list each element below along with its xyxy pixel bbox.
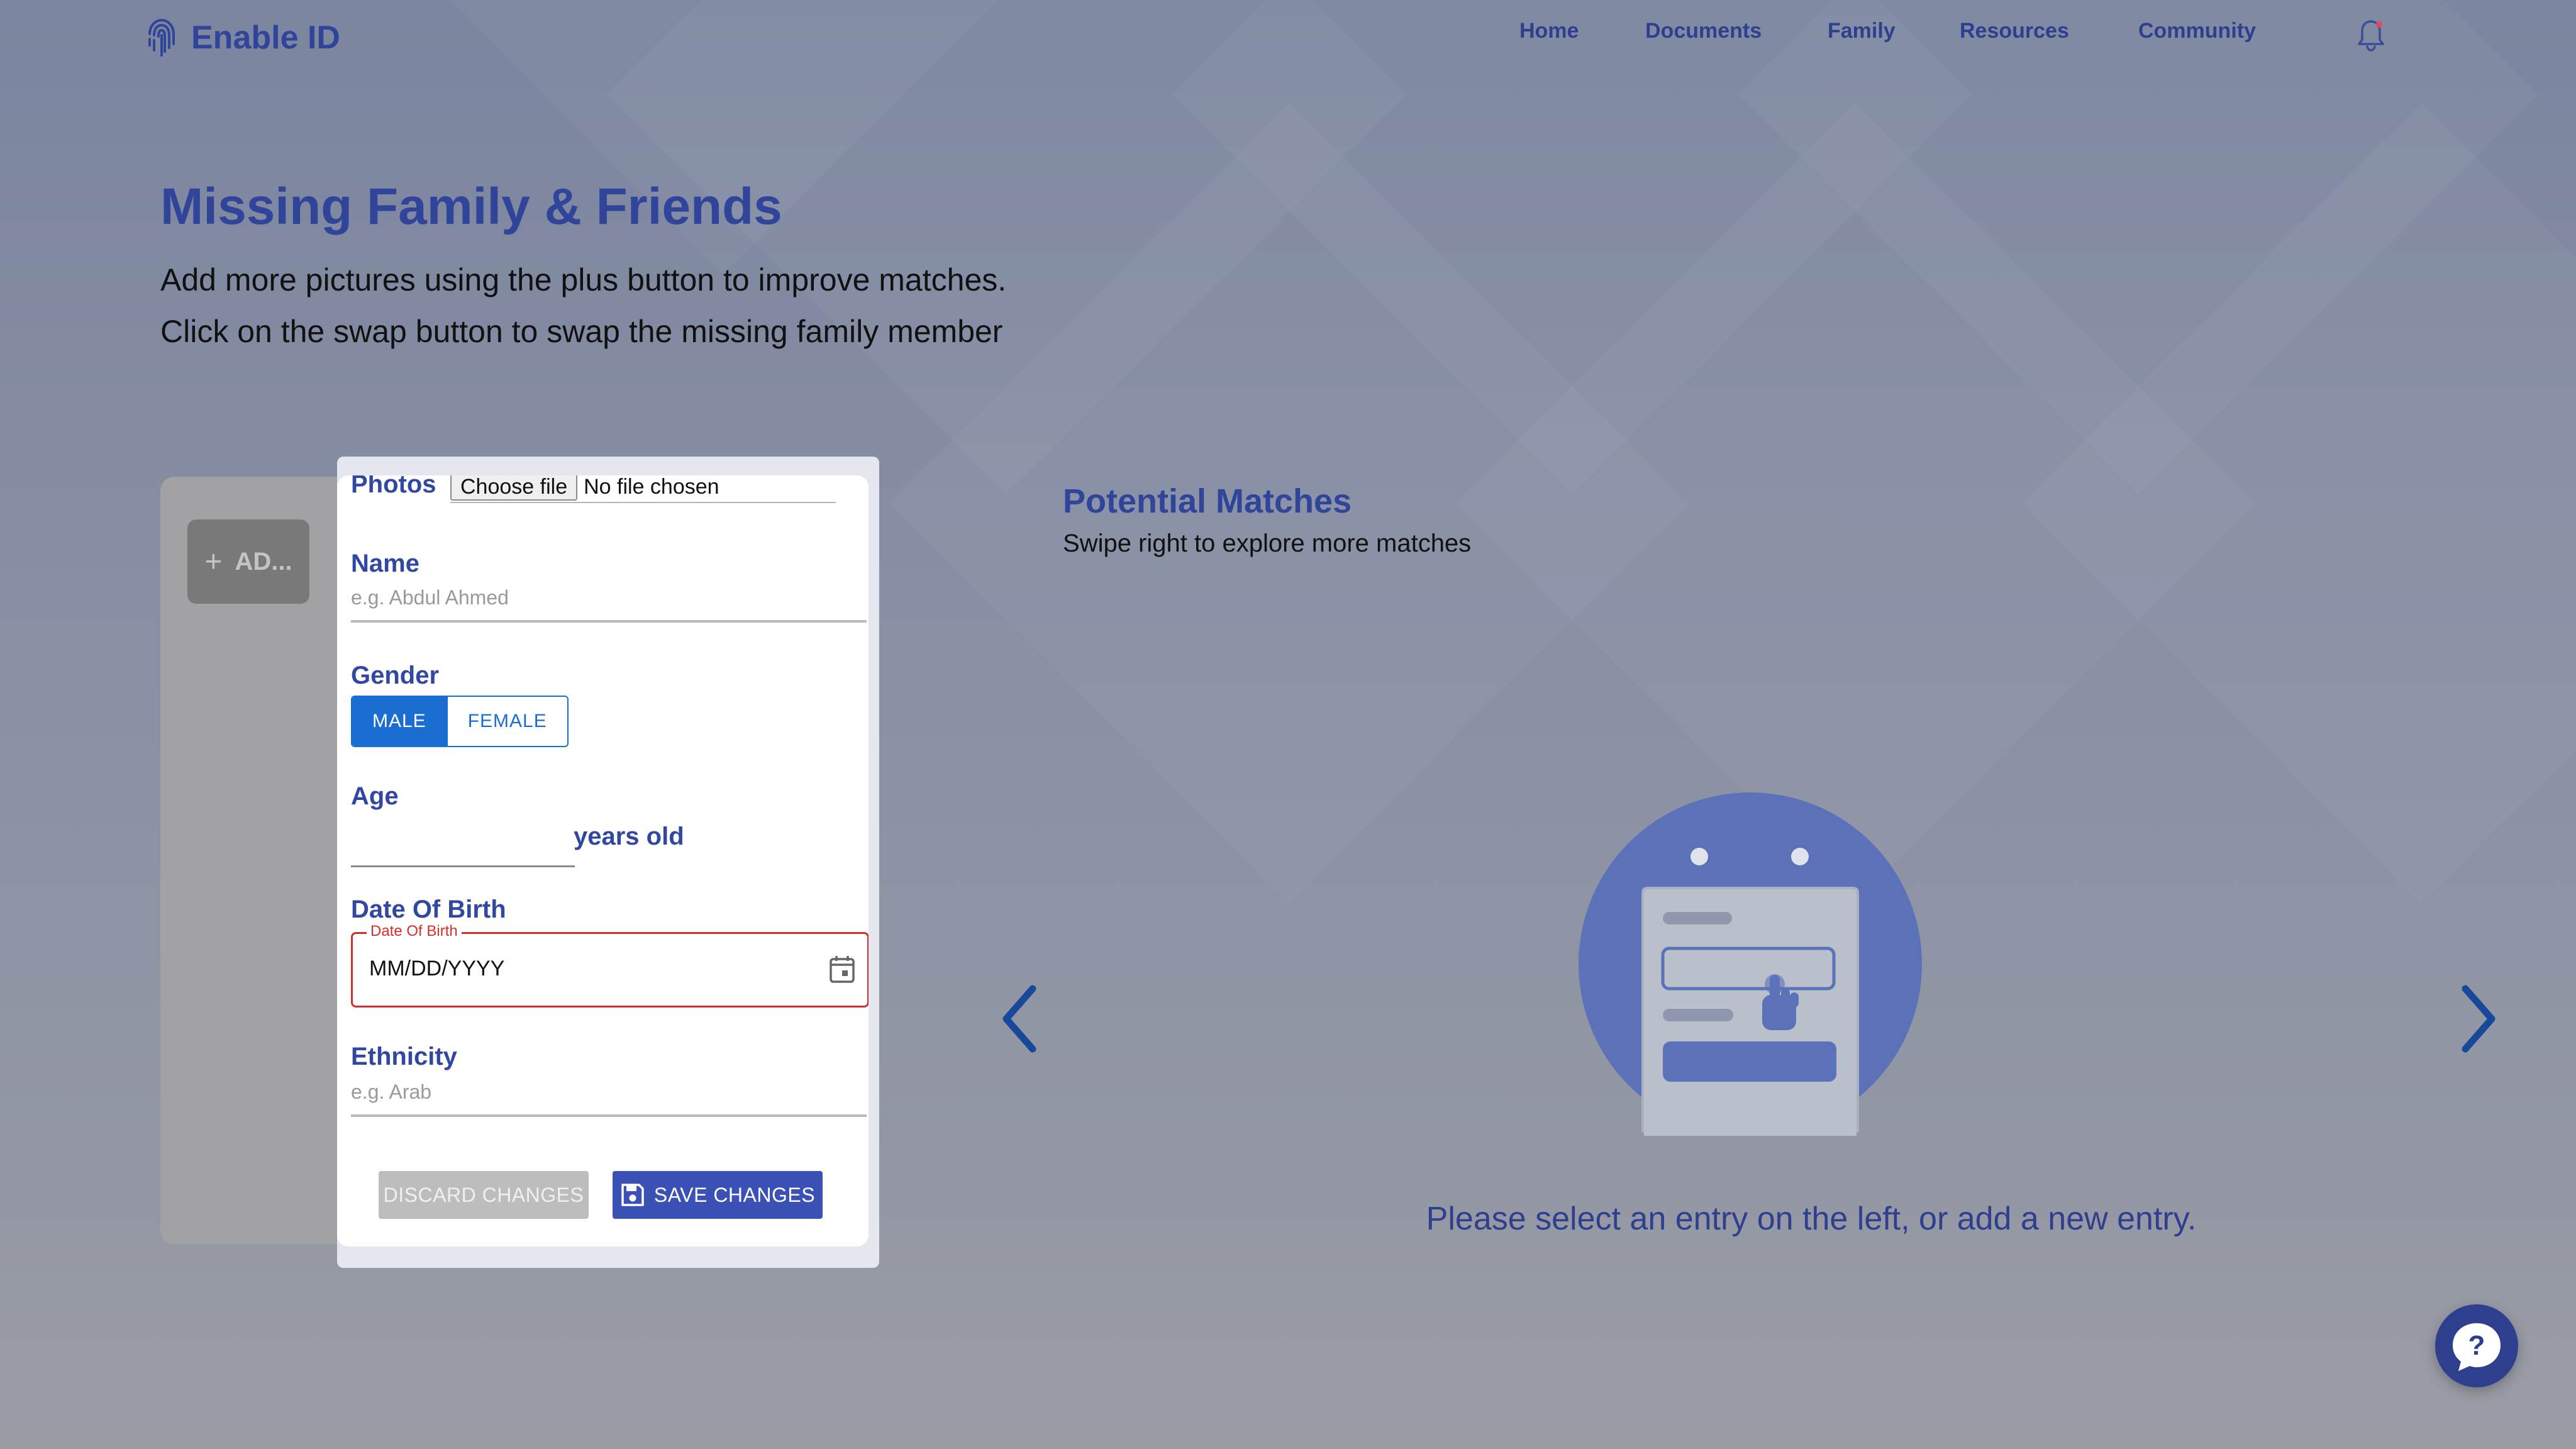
matches-subtitle: Swipe right to explore more matches <box>1063 530 1472 557</box>
dob-field-label: Date Of Birth <box>367 923 462 940</box>
save-changes-label: SAVE CHANGES <box>653 1184 816 1206</box>
age-input[interactable] <box>351 859 575 867</box>
dob-placeholder: MM/DD/YYYY <box>369 957 505 980</box>
name-label: Name <box>351 550 419 577</box>
file-status: No file chosen <box>584 475 719 499</box>
ethnicity-placeholder: e.g. Arab <box>351 1080 432 1103</box>
nav-resources[interactable]: Resources <box>1960 19 2069 43</box>
instruction-line-2: Click on the swap button to swap the mis… <box>160 314 1003 349</box>
fingerprint-icon <box>148 18 175 57</box>
question-chat-icon: ? <box>2453 1323 2501 1371</box>
select-entry-illustration <box>1579 792 1922 1136</box>
page-title: Missing Family & Friends <box>160 178 782 235</box>
name-input[interactable]: e.g. Abdul Ahmed <box>351 582 867 623</box>
choose-file-button[interactable]: Choose file <box>450 475 578 501</box>
chevron-left-icon[interactable] <box>995 981 1045 1057</box>
discard-changes-button[interactable]: DISCARD CHANGES <box>379 1171 589 1219</box>
help-label: ? <box>2468 1330 2485 1361</box>
brand-name: Enable ID <box>191 19 340 56</box>
brand-logo[interactable]: Enable ID <box>143 13 340 63</box>
add-entry-label: AD... <box>235 547 292 575</box>
ethnicity-label: Ethnicity <box>351 1043 457 1070</box>
photos-label: Photos <box>351 475 436 498</box>
age-label: Age <box>351 782 399 810</box>
chevron-right-icon[interactable] <box>2453 981 2503 1057</box>
ethnicity-input[interactable]: e.g. Arab <box>351 1077 867 1117</box>
save-changes-button[interactable]: SAVE CHANGES <box>613 1171 823 1219</box>
name-placeholder: e.g. Abdul Ahmed <box>351 586 509 609</box>
instruction-line-1: Add more pictures using the plus button … <box>160 262 1007 297</box>
gender-label: Gender <box>351 662 440 689</box>
floppy-disk-icon <box>621 1184 644 1206</box>
empty-state-message: Please select an entry on the left, or a… <box>1426 1201 2197 1237</box>
calendar-icon[interactable] <box>828 954 856 984</box>
photo-file-input[interactable]: Choose file No file chosen <box>450 475 836 503</box>
age-suffix: years old <box>574 823 684 850</box>
dob-input[interactable]: Date Of Birth MM/DD/YYYY <box>351 923 869 1008</box>
nav-family[interactable]: Family <box>1828 19 1896 43</box>
gender-female-option[interactable]: FEMALE <box>446 697 567 746</box>
nav-home[interactable]: Home <box>1519 19 1579 43</box>
dob-label: Date Of Birth <box>351 896 506 923</box>
nav-documents[interactable]: Documents <box>1645 19 1762 43</box>
nav-community[interactable]: Community <box>2138 19 2256 43</box>
edit-entry-form: Photos Choose file No file chosen Name e… <box>337 475 869 1246</box>
gender-male-option[interactable]: MALE <box>352 697 447 746</box>
gender-toggle: MALE FEMALE <box>351 696 569 747</box>
help-button[interactable]: ? <box>2435 1304 2518 1387</box>
plus-icon: + <box>204 545 223 579</box>
add-entry-button[interactable]: + AD... <box>187 519 309 604</box>
matches-title: Potential Matches <box>1063 482 1352 520</box>
bell-icon[interactable] <box>2357 19 2385 52</box>
